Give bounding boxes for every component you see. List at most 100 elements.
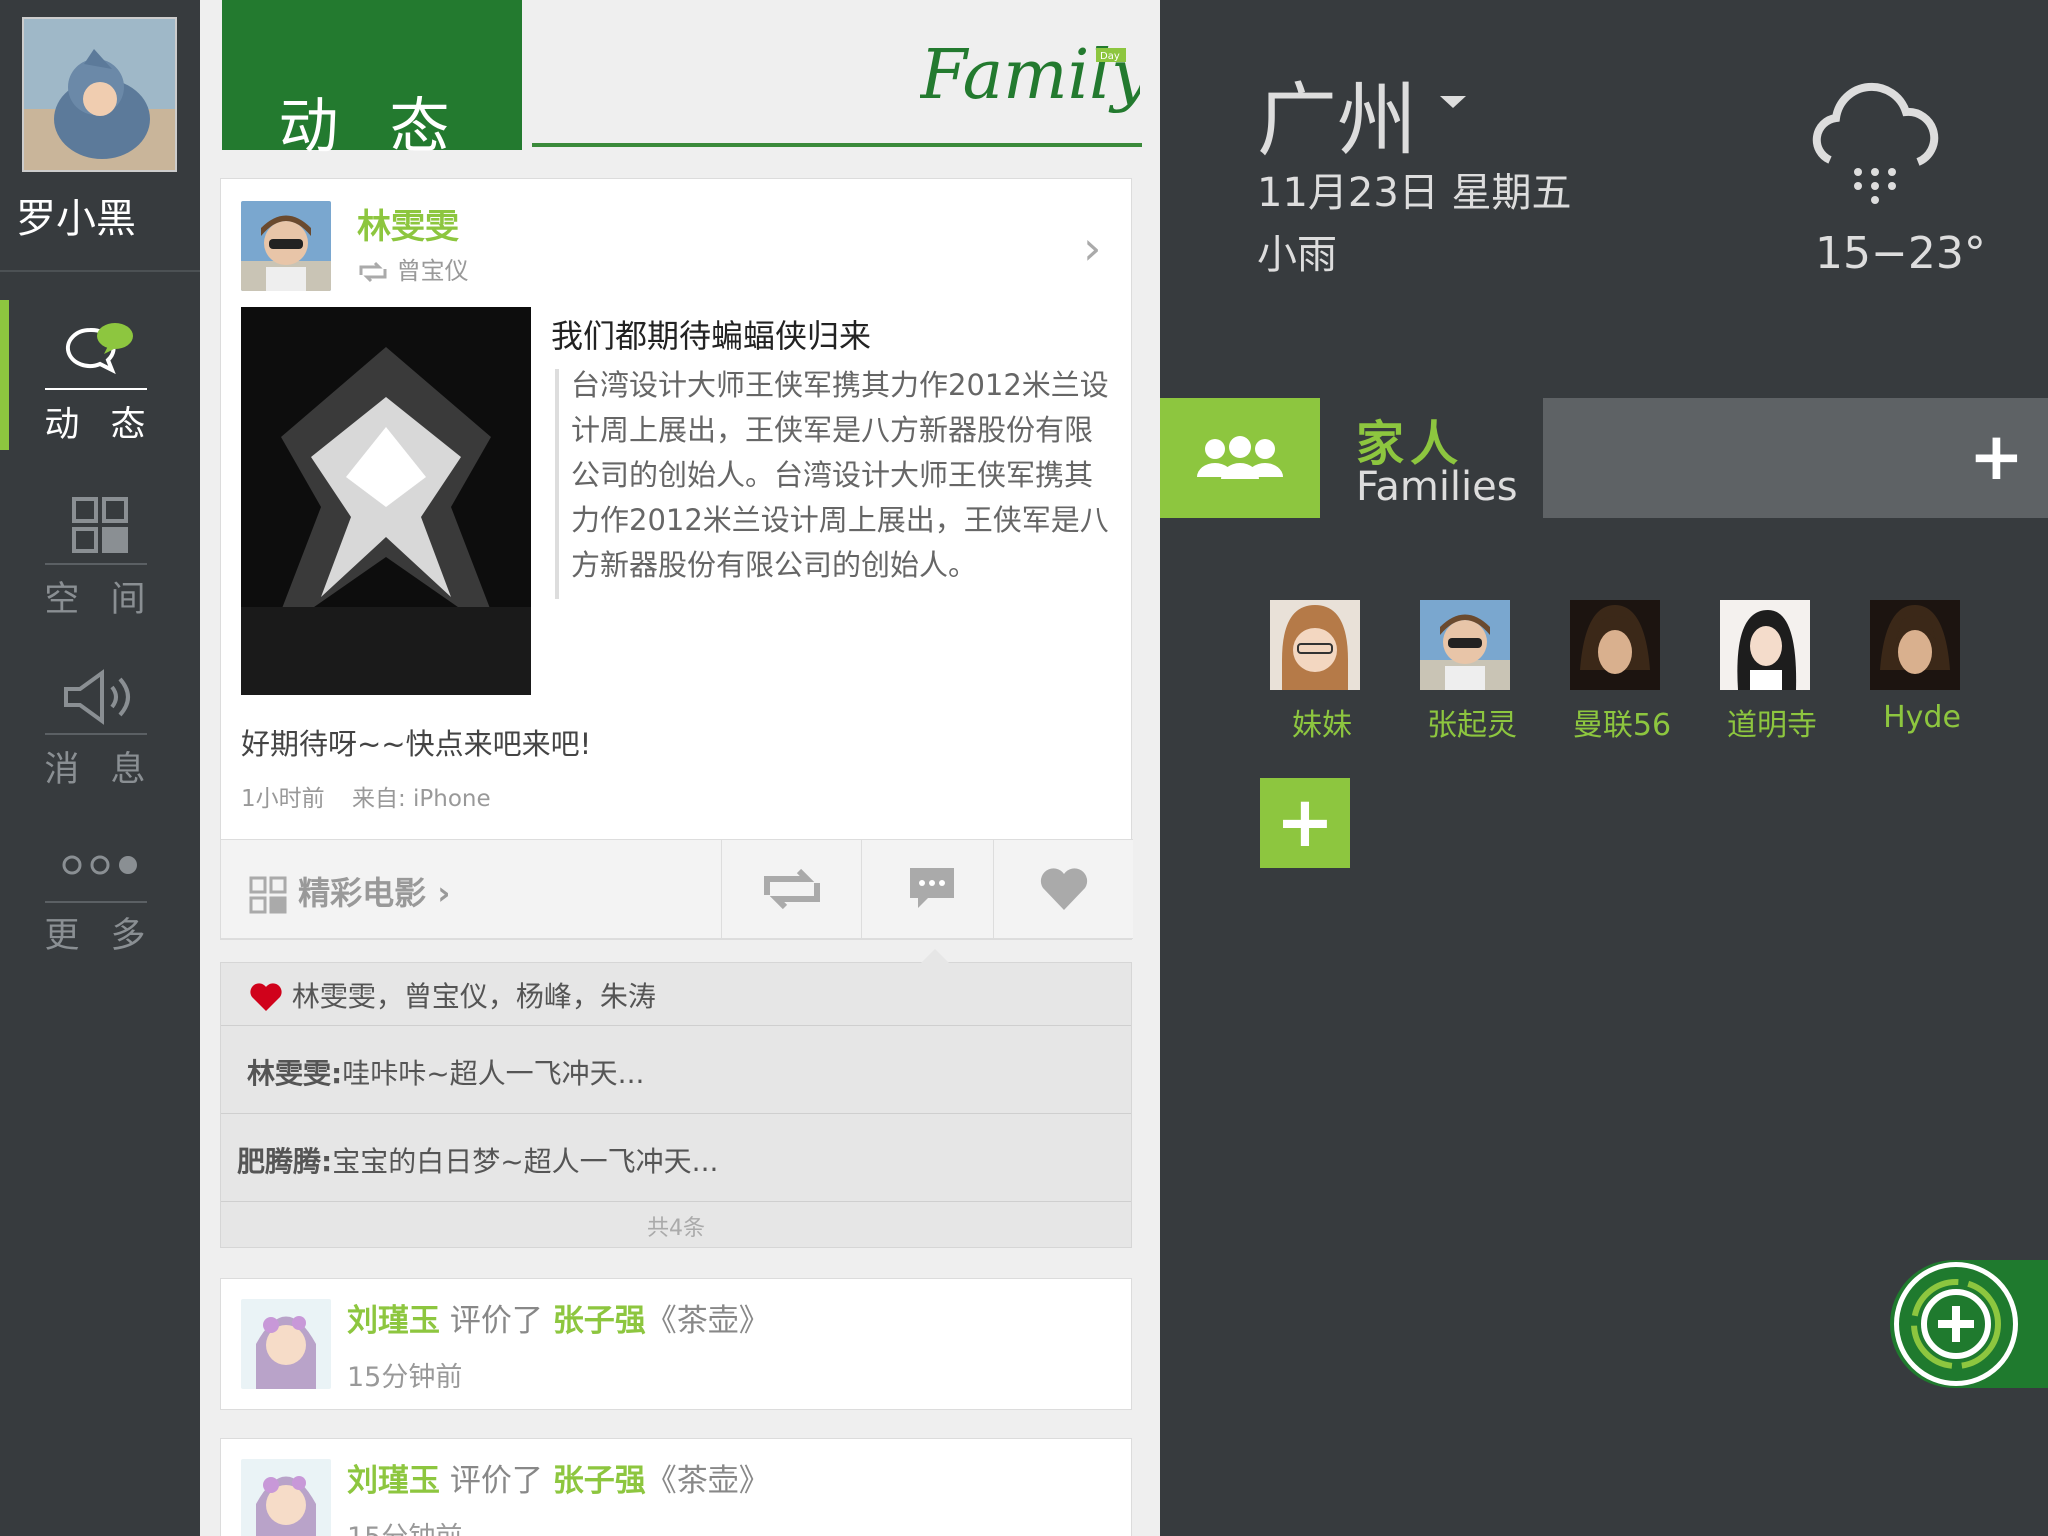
add-member-button[interactable]: + <box>1260 778 1350 868</box>
member-avatar[interactable] <box>1570 600 1660 690</box>
comment-author[interactable]: 肥腾腾: <box>237 1145 332 1178</box>
comment-icon <box>909 868 954 908</box>
nav-underline <box>45 733 147 735</box>
nav-item-space[interactable]: 空 间 <box>0 475 200 625</box>
cloud-rain-icon <box>1800 80 1950 214</box>
nav-label-feed: 动 态 <box>44 405 156 445</box>
retweet-info: 曾宝仪 <box>357 251 469 286</box>
post-text: 好期待呀~~快点来吧来吧! <box>241 727 592 761</box>
activity-line: 刘瑾玉 评价了 张子强《茶壶》 <box>347 1295 770 1340</box>
member-name: 曼联56 <box>1572 708 1672 743</box>
post-time: 1小时前 <box>241 786 325 812</box>
brand-badge: Day <box>1100 51 1120 62</box>
activity-line: 刘瑾玉 评价了 张子强《茶壶》 <box>347 1455 770 1500</box>
plus-circle-icon <box>1911 1279 2001 1369</box>
activity-target-user[interactable]: 张子强 <box>553 1303 646 1339</box>
like-button[interactable] <box>993 840 1133 938</box>
member-avatar[interactable] <box>1720 600 1810 690</box>
nav-label-messages: 消 息 <box>44 750 156 790</box>
families-tile[interactable] <box>1160 398 1320 518</box>
dots-icon <box>60 853 140 881</box>
member-name: 张起灵 <box>1427 708 1517 743</box>
nav-item-more[interactable]: 更 多 <box>0 815 200 965</box>
comment-text: 哇咔咔~超人一飞冲天... <box>342 1057 645 1090</box>
profile-name: 罗小黑 <box>16 196 136 242</box>
activity-card[interactable]: 刘瑾玉 评价了 张子强《茶壶》 15分钟前 <box>220 1278 1132 1410</box>
activity-user[interactable]: 刘瑾玉 <box>347 1463 440 1499</box>
post-title: 我们都期待蝙蝠侠归来 <box>551 317 872 355</box>
activity-verb: 评价了 <box>449 1463 543 1499</box>
tab-underline <box>532 143 1142 147</box>
tab-feed-label: 动 态 <box>278 92 466 162</box>
speaker-icon <box>60 667 140 731</box>
weather-condition: 小雨 <box>1257 232 1337 278</box>
activity-time: 15分钟前 <box>347 1515 462 1536</box>
author-avatar[interactable] <box>241 201 331 291</box>
nav-item-feed[interactable]: 动 态 <box>0 300 200 450</box>
comment-button[interactable] <box>861 840 1001 938</box>
comments-pointer <box>921 949 949 963</box>
category-link[interactable]: 精彩电影 › <box>249 868 450 914</box>
nav-label-space: 空 间 <box>44 580 156 620</box>
activity-card[interactable]: 刘瑾玉 评价了 张子强《茶壶》 15分钟前 <box>220 1438 1132 1536</box>
nav-underline <box>45 901 147 903</box>
activity-work[interactable]: 《茶壶》 <box>646 1463 770 1499</box>
activity-avatar[interactable] <box>241 1299 331 1389</box>
activity-time: 15分钟前 <box>347 1362 463 1393</box>
comments-total: 共4条 <box>647 1216 705 1241</box>
activity-verb: 评价了 <box>449 1303 543 1339</box>
compose-fab-button[interactable] <box>1894 1262 2018 1386</box>
comments-box: 林雯雯，曾宝仪，杨峰，朱涛 林雯雯:哇咔咔~超人一飞冲天... 肥腾腾:宝宝的白… <box>220 949 1132 1248</box>
temperature-range: 15−23° <box>1815 228 1986 279</box>
activity-work[interactable]: 《茶壶》 <box>646 1303 770 1339</box>
post-source[interactable]: 来自: iPhone <box>352 786 491 812</box>
comment-text: 宝宝的白日梦~超人一飞冲天... <box>332 1145 719 1178</box>
retweet-from[interactable]: 曾宝仪 <box>397 257 469 285</box>
nav-underline <box>45 563 147 565</box>
member-name: Hyde <box>1883 700 1961 735</box>
activity-user[interactable]: 刘瑾玉 <box>347 1303 440 1339</box>
right-panel: 广州 11月23日 星期五 小雨 15−23° 家人 Families + 妹妹… <box>1160 0 2048 1536</box>
nav-divider <box>0 270 200 272</box>
chevron-right-icon[interactable]: › <box>1083 221 1101 275</box>
retweet-icon <box>357 257 397 285</box>
category-link-label: 精彩电影 › <box>298 874 451 912</box>
family-day-logo: Family Day <box>918 28 1151 128</box>
tab-feed[interactable]: 动 态 <box>222 0 522 162</box>
quote-bar <box>555 369 559 599</box>
post-action-bar: 精彩电影 › <box>221 839 1133 939</box>
comment-author[interactable]: 林雯雯: <box>247 1057 342 1090</box>
member-avatar[interactable] <box>1270 600 1360 690</box>
comment-row[interactable]: 肥腾腾:宝宝的白日梦~超人一飞冲天... <box>221 1113 1131 1201</box>
heart-icon <box>1040 868 1087 910</box>
post-body: 台湾设计大师王侠军携其力作2012米兰设计周上展出，王侠军是八方新器股份有限公司… <box>571 368 1109 582</box>
activity-target-user[interactable]: 张子强 <box>553 1463 646 1499</box>
post-meta: 1小时前 来自: iPhone <box>241 779 491 813</box>
weather-date: 11月23日 星期五 <box>1257 170 1572 216</box>
activity-avatar[interactable] <box>241 1459 331 1536</box>
likes-list[interactable]: 林雯雯，曾宝仪，杨峰，朱涛 <box>292 980 656 1013</box>
families-title-en: Families <box>1356 464 1518 510</box>
left-nav: 罗小黑 动 态 空 间 消 息 更 多 <box>0 0 200 1536</box>
nav-item-messages[interactable]: 消 息 <box>0 645 200 795</box>
heart-filled-icon <box>250 983 282 1011</box>
nav-label-more: 更 多 <box>44 916 156 956</box>
likes-row: 林雯雯，曾宝仪，杨峰，朱涛 <box>249 975 656 1015</box>
add-family-button[interactable]: + <box>1969 424 2024 490</box>
member-avatar[interactable] <box>1420 600 1510 690</box>
profile-avatar[interactable] <box>22 17 177 172</box>
city-selector[interactable]: 广州 <box>1257 56 1417 172</box>
category-grid-icon <box>249 876 287 914</box>
nav-underline <box>45 388 147 390</box>
member-name: 道明寺 <box>1727 708 1817 743</box>
repost-button[interactable] <box>721 840 861 938</box>
group-icon <box>1197 436 1283 479</box>
repost-icon <box>763 868 820 910</box>
comments-total-row[interactable]: 共4条 <box>221 1201 1131 1247</box>
dropdown-caret-icon[interactable] <box>1440 96 1466 108</box>
feed-panel: 动 态 Family Day 林雯雯 曾宝仪 › 我们都期待蝙蝠侠归来 台湾设计… <box>200 0 1160 1536</box>
comment-row[interactable]: 林雯雯:哇咔咔~超人一飞冲天... <box>221 1025 1131 1113</box>
post-image[interactable] <box>241 307 531 695</box>
post-author[interactable]: 林雯雯 <box>357 199 459 248</box>
member-avatar[interactable] <box>1870 600 1960 690</box>
